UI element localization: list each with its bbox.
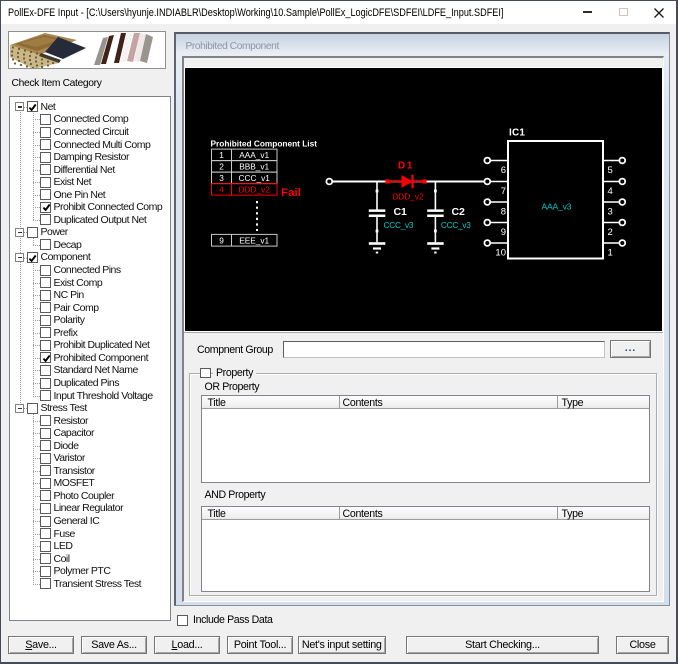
svg-text:10: 10 (495, 247, 506, 258)
svg-text:C2: C2 (451, 206, 465, 217)
svg-text:6: 6 (500, 165, 505, 176)
svg-text:DDD_v2: DDD_v2 (392, 192, 424, 201)
svg-text:AAA_v1: AAA_v1 (239, 150, 269, 160)
svg-text:3: 3 (607, 206, 612, 217)
svg-text:4: 4 (219, 184, 224, 194)
svg-text:5: 5 (607, 165, 612, 176)
svg-text:9: 9 (219, 235, 224, 245)
svg-text:9: 9 (500, 227, 505, 238)
svg-text:C1: C1 (393, 206, 407, 217)
svg-text:2: 2 (607, 227, 612, 238)
svg-text:D1: D1 (398, 160, 413, 171)
svg-text:1: 1 (219, 150, 224, 160)
svg-text:Prohibited Component List: Prohibited Component List (210, 138, 317, 148)
svg-text:7: 7 (500, 186, 505, 197)
svg-text:4: 4 (607, 186, 612, 197)
svg-text:EEE_v1: EEE_v1 (239, 235, 269, 245)
svg-text:8: 8 (500, 206, 505, 217)
svg-text:Fail: Fail (281, 186, 301, 198)
svg-text:2: 2 (219, 161, 224, 171)
svg-text:DDD_v2: DDD_v2 (238, 184, 270, 194)
svg-text:1: 1 (607, 247, 612, 258)
svg-text:BBB_v1: BBB_v1 (239, 161, 269, 171)
svg-text:3: 3 (219, 173, 224, 183)
svg-text:IC1: IC1 (508, 127, 524, 138)
svg-text:CCC_v3: CCC_v3 (383, 219, 413, 229)
svg-text:CCC_v1: CCC_v1 (238, 173, 270, 183)
svg-text:AAA_v3: AAA_v3 (541, 201, 571, 211)
svg-text:CCC_v3: CCC_v3 (440, 219, 470, 229)
